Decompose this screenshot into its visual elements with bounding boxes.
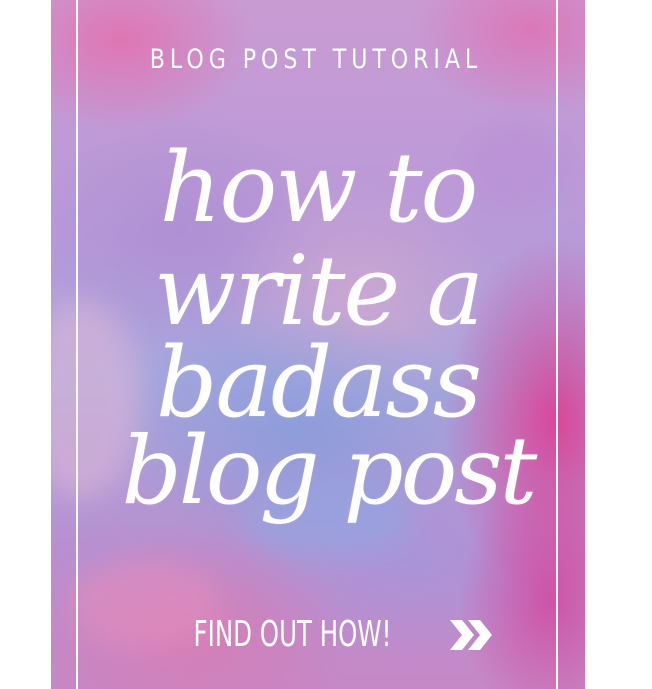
kicker-text: BLOG POST TUTORIAL (149, 44, 483, 75)
poster: BLOG POST TUTORIAL how to write a badass… (51, 0, 585, 689)
double-chevron-right-icon (448, 618, 496, 652)
find-out-how-link[interactable]: FIND OUT HOW! (181, 612, 492, 658)
cta-label: FIND OUT HOW! (193, 614, 391, 655)
headline-line-2: write a (154, 235, 484, 347)
headline-line-1: how to (159, 132, 479, 244)
headline-line-4: blog post (121, 417, 538, 526)
